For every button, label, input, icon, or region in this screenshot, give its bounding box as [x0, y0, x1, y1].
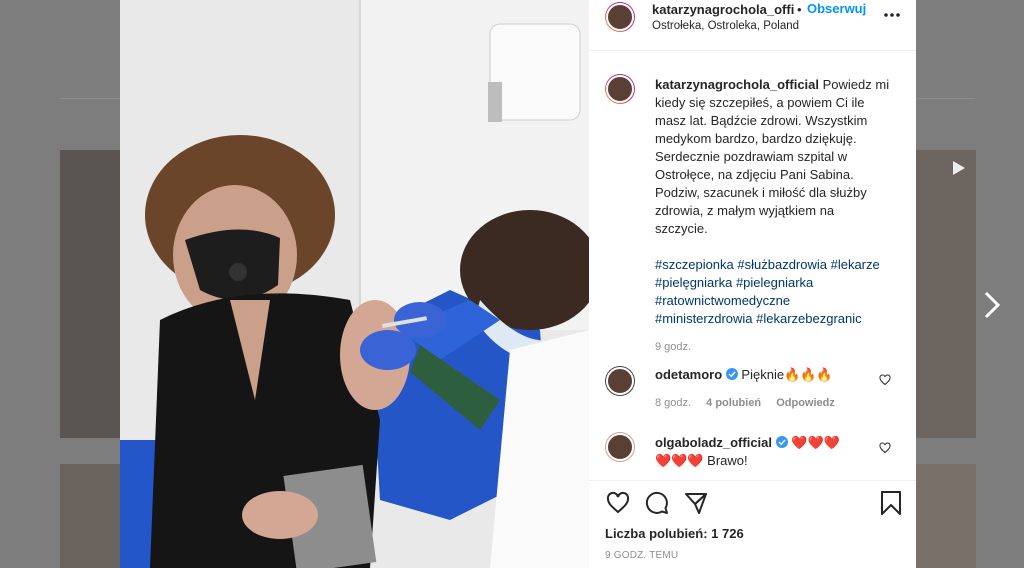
post-photo[interactable]	[120, 0, 589, 568]
comment-bubble-icon[interactable]	[644, 491, 670, 515]
comment-like-heart-icon[interactable]	[879, 374, 891, 386]
background-thumbnail	[916, 464, 976, 568]
share-paper-plane-icon[interactable]	[683, 491, 709, 515]
caption-line: Podziw, szacunek i miłość dla służby	[655, 185, 867, 200]
action-bar-divider	[589, 480, 916, 481]
comment-text: ❤️❤️❤️ Brawo!	[655, 453, 748, 468]
hashtag-line[interactable]: #ministerzdrowia #lekarzebezgranic	[655, 310, 905, 328]
comment-avatar[interactable]	[605, 366, 635, 396]
hashtag-line[interactable]: #ratownictwomedyczne	[655, 292, 905, 310]
hashtag-line[interactable]: #pielęgniarka #pielegniarka	[655, 274, 905, 292]
caption-line: masz lat. Bądźcie zdrowi. Wszystkim	[655, 113, 868, 128]
caption-line: zdrowia, z małym wyjątkiem na	[655, 203, 835, 218]
more-options-icon[interactable]	[884, 12, 900, 18]
post-timestamp: 9 GODZ. TEMU	[605, 550, 679, 561]
post-header: katarzynagrochola_offi • Obserwuj Ostroł…	[589, 0, 916, 51]
comment-avatar[interactable]	[605, 432, 635, 462]
author-username[interactable]: katarzynagrochola_offi	[652, 2, 794, 17]
comment-likes[interactable]: 4 polubień	[706, 397, 761, 409]
post-side-panel: katarzynagrochola_offi • Obserwuj Ostroł…	[589, 0, 916, 568]
comment-text: Pięknie🔥🔥🔥	[741, 367, 833, 382]
comment-time: 8 godz.	[655, 397, 692, 409]
caption-avatar[interactable]	[605, 74, 635, 104]
caption: katarzynagrochola_official Powiedz mi ki…	[655, 76, 905, 356]
comment-username[interactable]: olgaboladz_official	[655, 435, 772, 450]
likes-count[interactable]: Liczba polubień: 1 726	[605, 526, 744, 541]
save-bookmark-icon[interactable]	[880, 491, 902, 515]
comment-username[interactable]: odetamoro	[655, 367, 722, 382]
verified-badge-icon	[775, 436, 788, 448]
caption-line: szczycie.	[655, 221, 708, 236]
comment-meta: 8 godz. 4 polubień Odpowiedz	[655, 397, 835, 409]
caption-time: 9 godz.	[655, 341, 692, 353]
like-heart-icon[interactable]	[605, 491, 631, 515]
comment-like-heart-icon[interactable]	[879, 442, 891, 454]
caption-line: medykom bardzo, bardzo dziękuję.	[655, 131, 857, 146]
caption-line: kiedy się szczepiłeś, a powiem Ci ile	[655, 95, 865, 110]
caption-username[interactable]: katarzynagrochola_official	[655, 77, 819, 92]
follow-button[interactable]: Obserwuj	[807, 1, 866, 16]
verified-badge-icon	[725, 368, 738, 380]
caption-line: Serdecznie pozdrawiam szpital w	[655, 149, 848, 164]
dot-separator: •	[797, 2, 802, 17]
comment: odetamoro Pięknie🔥🔥🔥	[655, 367, 875, 383]
vaccination-photo	[120, 0, 589, 568]
comment-text: ❤️❤️❤️	[791, 435, 840, 450]
background-thumbnail	[916, 150, 976, 438]
comment: olgaboladz_official ❤️❤️❤️ ❤️❤️❤️ Brawo!	[655, 434, 875, 470]
post-location[interactable]: Ostrołeka, Ostroleka, Poland	[652, 20, 799, 32]
caption-line: Powiedz mi	[822, 77, 890, 92]
background-thumbnail	[60, 150, 120, 438]
background-thumbnail	[60, 464, 120, 568]
video-play-icon	[953, 161, 965, 175]
next-post-chevron-icon[interactable]	[980, 290, 1004, 320]
caption-line: Ostrołęce, na zdjęciu Pani Sabina.	[655, 167, 854, 182]
reply-button[interactable]: Odpowiedz	[776, 397, 835, 409]
hashtag-line[interactable]: #szczepionka #służbazdrowia #lekarze	[655, 256, 905, 274]
author-avatar[interactable]	[605, 2, 635, 32]
